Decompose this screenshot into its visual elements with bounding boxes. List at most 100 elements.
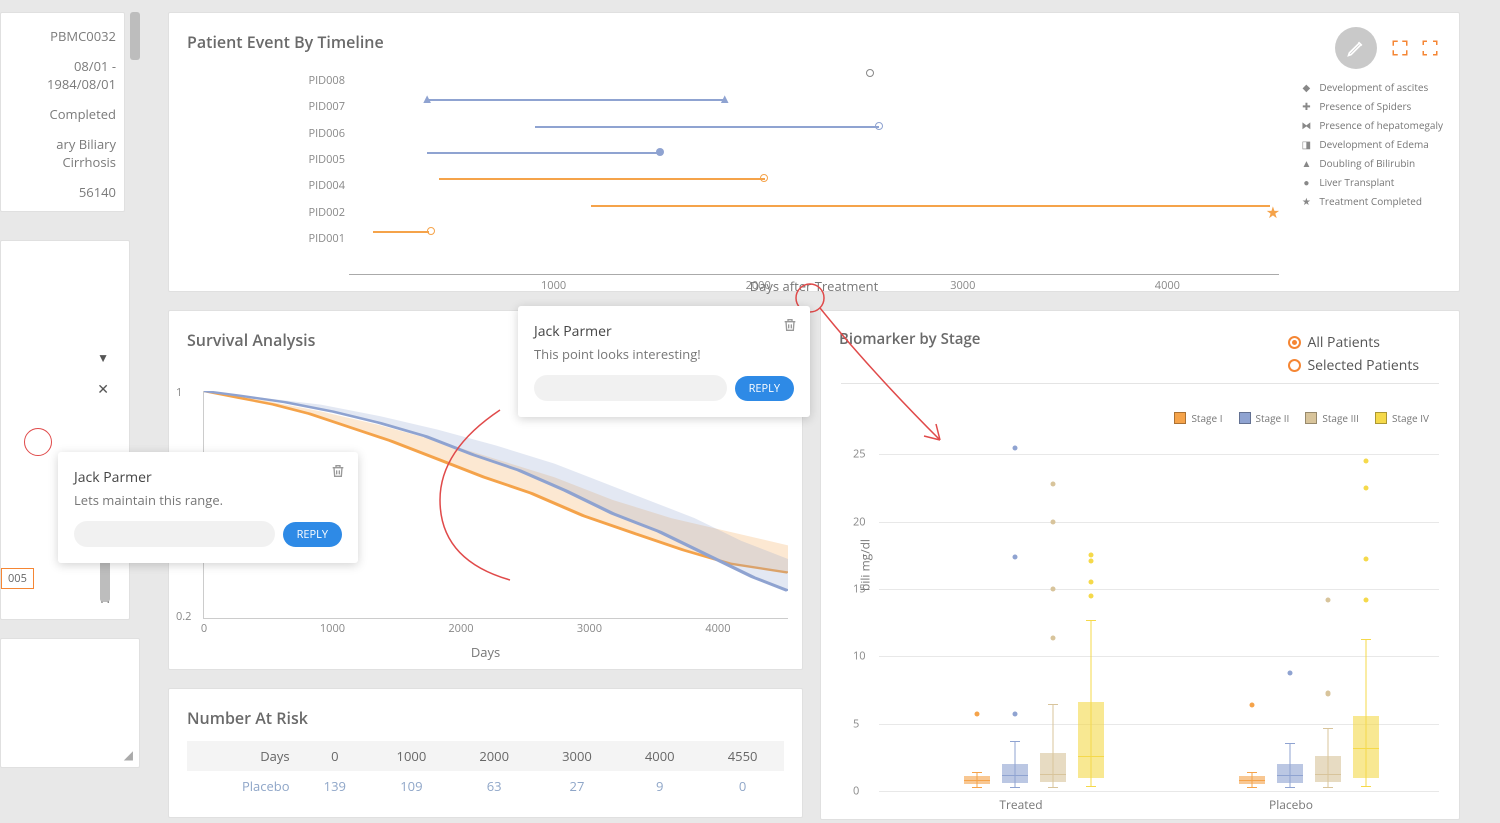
resize-handle-icon[interactable]: ◢ bbox=[124, 746, 133, 763]
timeline-plot[interactable]: PID008 PID007 PID006 PID005 PID004 PID00… bbox=[349, 73, 1279, 261]
box-whisker bbox=[964, 441, 990, 789]
row-label: Placebo bbox=[187, 771, 300, 801]
edit-button[interactable] bbox=[1335, 27, 1377, 69]
card-title: Patient Event By Timeline bbox=[187, 31, 1441, 53]
marker-circle bbox=[866, 69, 874, 77]
outlier-point bbox=[1013, 712, 1018, 717]
box-whisker bbox=[1002, 441, 1028, 789]
cell: 27 bbox=[536, 771, 619, 801]
fullscreen-button[interactable] bbox=[1391, 39, 1409, 57]
x-tick: 4000 bbox=[1155, 278, 1180, 293]
dropdown-caret[interactable]: ▼ bbox=[1, 341, 129, 374]
swatch-icon bbox=[1239, 412, 1251, 424]
box-whisker bbox=[1277, 441, 1303, 789]
box-whisker bbox=[1353, 441, 1379, 789]
legend-label: Treatment Completed bbox=[1319, 194, 1422, 208]
x-group-label: Treated bbox=[999, 796, 1042, 813]
marker-circle bbox=[427, 227, 435, 235]
outlier-point bbox=[1364, 557, 1369, 562]
table-row: Placebo 139 109 63 27 9 0 bbox=[187, 771, 784, 801]
cell: 9 bbox=[618, 771, 701, 801]
outlier-point bbox=[1089, 580, 1094, 585]
y-tick: PID004 bbox=[297, 178, 345, 193]
comment-author: Jack Parmer bbox=[74, 468, 342, 487]
timeline-line bbox=[427, 99, 725, 101]
col-header: 1000 bbox=[370, 741, 453, 771]
selected-badge[interactable]: 005 bbox=[1, 568, 34, 589]
marker-circle bbox=[760, 174, 768, 182]
comment-text: This point looks interesting! bbox=[534, 345, 794, 363]
outlier-point bbox=[975, 712, 980, 717]
y-tick: PID008 bbox=[297, 73, 345, 88]
reply-button[interactable]: REPLY bbox=[735, 376, 794, 401]
focus-button[interactable] bbox=[1421, 39, 1439, 57]
cell: 0 bbox=[701, 771, 784, 801]
legend-label: Presence of Spiders bbox=[1319, 99, 1411, 113]
radio-dot-icon bbox=[1288, 336, 1301, 349]
box-whisker bbox=[1040, 441, 1066, 789]
col-header: 0 bbox=[300, 741, 370, 771]
table-header: Days 0 1000 2000 3000 4000 4550 bbox=[187, 741, 784, 771]
x-axis: 1000 2000 3000 4000 bbox=[349, 274, 1279, 275]
legend-label: Liver Transplant bbox=[1319, 175, 1394, 189]
card-title: Number At Risk bbox=[187, 707, 784, 729]
col-header: 3000 bbox=[536, 741, 619, 771]
marker-dot bbox=[656, 148, 664, 156]
outlier-point bbox=[1364, 486, 1369, 491]
timeline-line bbox=[439, 178, 765, 180]
outlier-point bbox=[1326, 690, 1331, 695]
legend-label: Doubling of Bilirubin bbox=[1319, 156, 1415, 170]
radio-option[interactable]: Selected Patients bbox=[1288, 356, 1419, 375]
comment-text: Lets maintain this range. bbox=[74, 491, 342, 509]
y-tick: 15 bbox=[853, 582, 866, 597]
x-tick: 3000 bbox=[577, 621, 602, 636]
y-tick: 0.2 bbox=[176, 609, 191, 624]
expand-icon bbox=[1391, 39, 1409, 57]
delete-comment-button[interactable] bbox=[330, 462, 346, 484]
timeline-legend: ◆Development of ascites ✚Presence of Spi… bbox=[1301, 75, 1443, 213]
y-tick: 0 bbox=[853, 784, 859, 799]
annotation-arrow bbox=[790, 280, 960, 460]
scrollbar-thumb[interactable] bbox=[130, 12, 140, 60]
y-tick: 5 bbox=[853, 716, 859, 731]
comment-popover: Jack Parmer This point looks interesting… bbox=[518, 306, 810, 417]
swatch-icon bbox=[1305, 412, 1317, 424]
x-tick: 2000 bbox=[448, 621, 473, 636]
timeline-card: Patient Event By Timeline PID008 PID007 … bbox=[168, 12, 1460, 292]
trash-icon bbox=[330, 463, 346, 479]
annotation-anchor[interactable] bbox=[24, 428, 52, 456]
reply-button[interactable]: REPLY bbox=[283, 522, 342, 547]
risk-table: Days 0 1000 2000 3000 4000 4550 Placebo … bbox=[187, 741, 784, 801]
patient-filter-radio: All Patients Selected Patients bbox=[1288, 329, 1419, 379]
biomarker-legend: Stage I Stage II Stage III Stage IV bbox=[1174, 411, 1429, 425]
col-header: 4550 bbox=[701, 741, 784, 771]
trash-icon bbox=[782, 317, 798, 333]
outlier-point bbox=[1089, 558, 1094, 563]
study-info-row: PBMC0032 bbox=[7, 21, 118, 51]
y-tick: 1 bbox=[176, 385, 182, 400]
delete-comment-button[interactable] bbox=[782, 316, 798, 338]
outlier-point bbox=[1013, 445, 1018, 450]
legend-label: Presence of hepatomegaly bbox=[1319, 118, 1443, 132]
study-info-row: 56140 bbox=[7, 177, 118, 207]
outlier-point bbox=[1326, 597, 1331, 602]
y-tick: 10 bbox=[853, 649, 866, 664]
pencil-icon bbox=[1346, 38, 1366, 58]
legend-label: Stage I bbox=[1191, 411, 1222, 425]
col-header: 2000 bbox=[453, 741, 536, 771]
reply-input[interactable] bbox=[74, 521, 275, 547]
crop-icon bbox=[1421, 39, 1439, 57]
outlier-point bbox=[1051, 519, 1056, 524]
close-icon[interactable]: ✕ bbox=[1, 374, 129, 405]
legend-label: Development of Edema bbox=[1319, 137, 1428, 151]
outlier-point bbox=[1364, 597, 1369, 602]
reply-input[interactable] bbox=[534, 375, 727, 401]
box-whisker bbox=[1315, 441, 1341, 789]
radio-option[interactable]: All Patients bbox=[1288, 333, 1419, 352]
biomarker-plot[interactable]: 0510152025 bbox=[879, 441, 1439, 789]
outlier-point bbox=[1288, 670, 1293, 675]
swatch-icon bbox=[1174, 412, 1186, 424]
radio-dot-icon bbox=[1288, 359, 1301, 372]
outlier-point bbox=[1089, 553, 1094, 558]
marker-circle bbox=[875, 122, 883, 130]
